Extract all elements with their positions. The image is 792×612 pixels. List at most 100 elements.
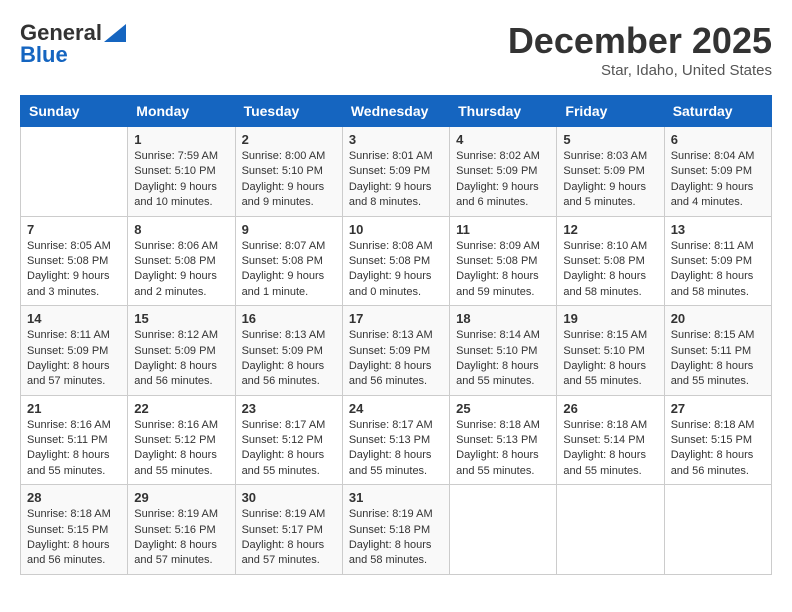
calendar-cell: 3 Sunrise: 8:01 AMSunset: 5:09 PMDaylight… <box>342 127 449 217</box>
day-info: Sunrise: 8:17 AMSunset: 5:13 PMDaylight:… <box>349 418 443 480</box>
day-number: 15 <box>134 311 228 326</box>
day-number: 11 <box>456 222 550 237</box>
day-number: 8 <box>134 222 228 237</box>
day-info: Sunrise: 8:11 AMSunset: 5:09 PMDaylight:… <box>671 239 765 301</box>
day-info: Sunrise: 8:17 AMSunset: 5:12 PMDaylight:… <box>242 418 336 480</box>
calendar-cell: 2 Sunrise: 8:00 AMSunset: 5:10 PMDaylight… <box>235 127 342 217</box>
calendar-cell <box>557 485 664 575</box>
day-number: 26 <box>563 401 657 416</box>
day-info: Sunrise: 8:04 AMSunset: 5:09 PMDaylight:… <box>671 149 765 211</box>
day-info: Sunrise: 8:02 AMSunset: 5:09 PMDaylight:… <box>456 149 550 211</box>
day-number: 3 <box>349 132 443 147</box>
day-number: 17 <box>349 311 443 326</box>
month-title: December 2025 <box>508 20 772 62</box>
calendar-cell: 11Sunrise: 8:09 AMSunset: 5:08 PMDayligh… <box>450 216 557 306</box>
day-number: 29 <box>134 490 228 505</box>
page-header: General Blue December 2025 Star, Idaho, … <box>20 20 772 79</box>
location-subtitle: Star, Idaho, United States <box>508 62 772 79</box>
day-number: 9 <box>242 222 336 237</box>
calendar-cell <box>664 485 771 575</box>
calendar-cell: 6 Sunrise: 8:04 AMSunset: 5:09 PMDaylight… <box>664 127 771 217</box>
calendar-cell: 8 Sunrise: 8:06 AMSunset: 5:08 PMDaylight… <box>128 216 235 306</box>
day-number: 27 <box>671 401 765 416</box>
day-info: Sunrise: 8:12 AMSunset: 5:09 PMDaylight:… <box>134 328 228 390</box>
col-header-monday: Monday <box>128 96 235 127</box>
calendar-cell: 7 Sunrise: 8:05 AMSunset: 5:08 PMDaylight… <box>21 216 128 306</box>
calendar-cell: 19 Sunrise: 8:15 AMSunset: 5:10 PMDayligh… <box>557 306 664 396</box>
day-number: 31 <box>349 490 443 505</box>
day-info: Sunrise: 8:16 AMSunset: 5:11 PMDaylight:… <box>27 418 121 480</box>
logo-icon <box>104 24 126 42</box>
calendar-cell: 20 Sunrise: 8:15 AMSunset: 5:11 PMDayligh… <box>664 306 771 396</box>
day-number: 20 <box>671 311 765 326</box>
calendar-cell: 30 Sunrise: 8:19 AMSunset: 5:17 PMDayligh… <box>235 485 342 575</box>
calendar-cell: 25Sunrise: 8:18 AMSunset: 5:13 PMDayligh… <box>450 395 557 485</box>
calendar-cell: 21 Sunrise: 8:16 AMSunset: 5:11 PMDayligh… <box>21 395 128 485</box>
logo-blue-text: Blue <box>20 42 68 68</box>
col-header-wednesday: Wednesday <box>342 96 449 127</box>
day-info: Sunrise: 8:19 AMSunset: 5:16 PMDaylight:… <box>134 507 228 569</box>
day-info: Sunrise: 8:16 AMSunset: 5:12 PMDaylight:… <box>134 418 228 480</box>
calendar-cell: 22Sunrise: 8:16 AMSunset: 5:12 PMDayligh… <box>128 395 235 485</box>
day-number: 24 <box>349 401 443 416</box>
calendar-cell: 17 Sunrise: 8:13 AMSunset: 5:09 PMDayligh… <box>342 306 449 396</box>
day-number: 30 <box>242 490 336 505</box>
day-info: Sunrise: 8:18 AMSunset: 5:15 PMDaylight:… <box>27 507 121 569</box>
day-info: Sunrise: 8:11 AMSunset: 5:09 PMDaylight:… <box>27 328 121 390</box>
day-info: Sunrise: 8:06 AMSunset: 5:08 PMDaylight:… <box>134 239 228 301</box>
day-number: 2 <box>242 132 336 147</box>
day-number: 28 <box>27 490 121 505</box>
calendar-cell: 10Sunrise: 8:08 AMSunset: 5:08 PMDayligh… <box>342 216 449 306</box>
day-number: 14 <box>27 311 121 326</box>
day-number: 23 <box>242 401 336 416</box>
calendar-cell <box>450 485 557 575</box>
calendar-cell: 14 Sunrise: 8:11 AMSunset: 5:09 PMDayligh… <box>21 306 128 396</box>
day-info: Sunrise: 8:18 AMSunset: 5:14 PMDaylight:… <box>563 418 657 480</box>
calendar-cell: 13 Sunrise: 8:11 AMSunset: 5:09 PMDayligh… <box>664 216 771 306</box>
col-header-sunday: Sunday <box>21 96 128 127</box>
day-number: 6 <box>671 132 765 147</box>
calendar-cell: 28 Sunrise: 8:18 AMSunset: 5:15 PMDayligh… <box>21 485 128 575</box>
day-number: 10 <box>349 222 443 237</box>
day-number: 19 <box>563 311 657 326</box>
day-info: Sunrise: 8:03 AMSunset: 5:09 PMDaylight:… <box>563 149 657 211</box>
day-info: Sunrise: 8:15 AMSunset: 5:11 PMDaylight:… <box>671 328 765 390</box>
calendar-cell: 31 Sunrise: 8:19 AMSunset: 5:18 PMDayligh… <box>342 485 449 575</box>
day-info: Sunrise: 8:13 AMSunset: 5:09 PMDaylight:… <box>242 328 336 390</box>
day-number: 7 <box>27 222 121 237</box>
logo: General Blue <box>20 20 126 68</box>
day-info: Sunrise: 8:19 AMSunset: 5:18 PMDaylight:… <box>349 507 443 569</box>
day-info: Sunrise: 8:19 AMSunset: 5:17 PMDaylight:… <box>242 507 336 569</box>
col-header-saturday: Saturday <box>664 96 771 127</box>
col-header-thursday: Thursday <box>450 96 557 127</box>
day-info: Sunrise: 8:15 AMSunset: 5:10 PMDaylight:… <box>563 328 657 390</box>
day-number: 21 <box>27 401 121 416</box>
calendar-cell: 29 Sunrise: 8:19 AMSunset: 5:16 PMDayligh… <box>128 485 235 575</box>
day-info: Sunrise: 8:00 AMSunset: 5:10 PMDaylight:… <box>242 149 336 211</box>
calendar-cell: 27 Sunrise: 8:18 AMSunset: 5:15 PMDayligh… <box>664 395 771 485</box>
day-number: 13 <box>671 222 765 237</box>
day-info: Sunrise: 8:05 AMSunset: 5:08 PMDaylight:… <box>27 239 121 301</box>
day-number: 18 <box>456 311 550 326</box>
calendar-cell: 9 Sunrise: 8:07 AMSunset: 5:08 PMDaylight… <box>235 216 342 306</box>
day-info: Sunrise: 8:10 AMSunset: 5:08 PMDaylight:… <box>563 239 657 301</box>
day-info: Sunrise: 8:01 AMSunset: 5:09 PMDaylight:… <box>349 149 443 211</box>
calendar-cell: 18 Sunrise: 8:14 AMSunset: 5:10 PMDayligh… <box>450 306 557 396</box>
day-info: Sunrise: 8:14 AMSunset: 5:10 PMDaylight:… <box>456 328 550 390</box>
calendar-cell: 23 Sunrise: 8:17 AMSunset: 5:12 PMDayligh… <box>235 395 342 485</box>
day-number: 25 <box>456 401 550 416</box>
col-header-friday: Friday <box>557 96 664 127</box>
day-number: 5 <box>563 132 657 147</box>
calendar-cell: 26 Sunrise: 8:18 AMSunset: 5:14 PMDayligh… <box>557 395 664 485</box>
day-info: Sunrise: 8:07 AMSunset: 5:08 PMDaylight:… <box>242 239 336 301</box>
calendar-cell: 5 Sunrise: 8:03 AMSunset: 5:09 PMDaylight… <box>557 127 664 217</box>
day-number: 4 <box>456 132 550 147</box>
calendar-cell: 15 Sunrise: 8:12 AMSunset: 5:09 PMDayligh… <box>128 306 235 396</box>
day-info: Sunrise: 8:18 AMSunset: 5:15 PMDaylight:… <box>671 418 765 480</box>
day-number: 1 <box>134 132 228 147</box>
calendar-cell: 24 Sunrise: 8:17 AMSunset: 5:13 PMDayligh… <box>342 395 449 485</box>
calendar-cell: 16Sunrise: 8:13 AMSunset: 5:09 PMDayligh… <box>235 306 342 396</box>
day-info: Sunrise: 7:59 AMSunset: 5:10 PMDaylight:… <box>134 149 228 211</box>
calendar-cell: 1 Sunrise: 7:59 AMSunset: 5:10 PMDaylight… <box>128 127 235 217</box>
day-info: Sunrise: 8:13 AMSunset: 5:09 PMDaylight:… <box>349 328 443 390</box>
